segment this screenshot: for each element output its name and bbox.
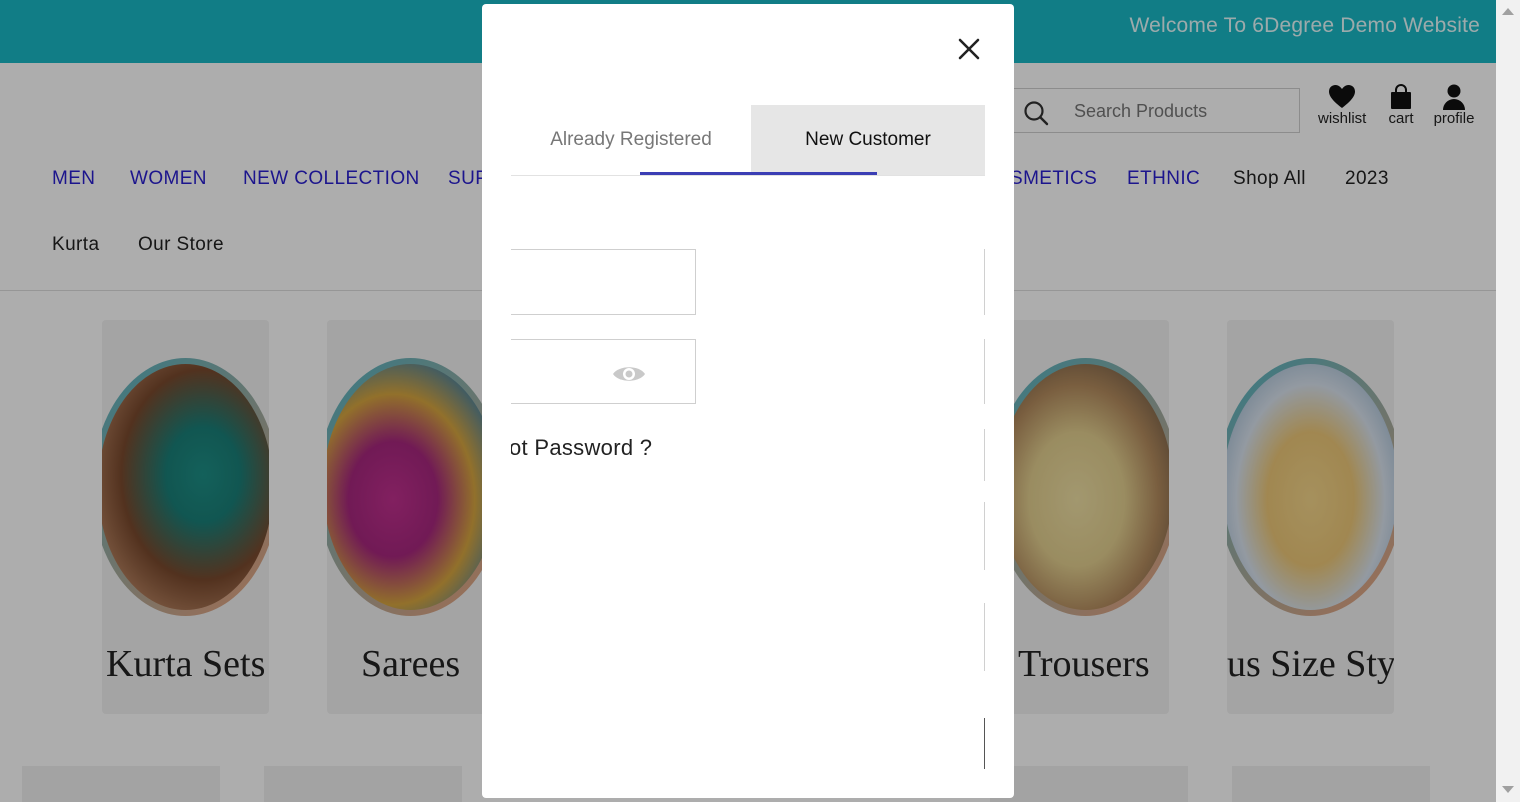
login-form-panel: ot Password ? (511, 177, 985, 777)
field-edge (984, 718, 985, 769)
scroll-down-arrow-icon[interactable] (1502, 786, 1514, 793)
field-edge (984, 502, 985, 570)
login-modal: Already Registered New Customer ot Passw… (482, 4, 1014, 798)
scroll-up-arrow-icon[interactable] (1502, 8, 1514, 15)
field-edge (984, 429, 985, 481)
tab-already-registered[interactable]: Already Registered (511, 105, 751, 175)
close-icon[interactable] (952, 32, 986, 66)
page-scrollbar[interactable] (1496, 0, 1520, 802)
auth-tabs: Already Registered New Customer (511, 105, 985, 176)
field-edge (984, 249, 985, 315)
password-field[interactable] (511, 339, 696, 404)
field-edge (984, 603, 985, 671)
tab-active-indicator (640, 172, 877, 175)
email-field[interactable] (511, 249, 696, 315)
eye-icon[interactable] (612, 363, 646, 390)
tab-new-customer[interactable]: New Customer (751, 105, 985, 175)
field-edge (984, 339, 985, 404)
forgot-password-link[interactable]: ot Password ? (511, 435, 652, 461)
